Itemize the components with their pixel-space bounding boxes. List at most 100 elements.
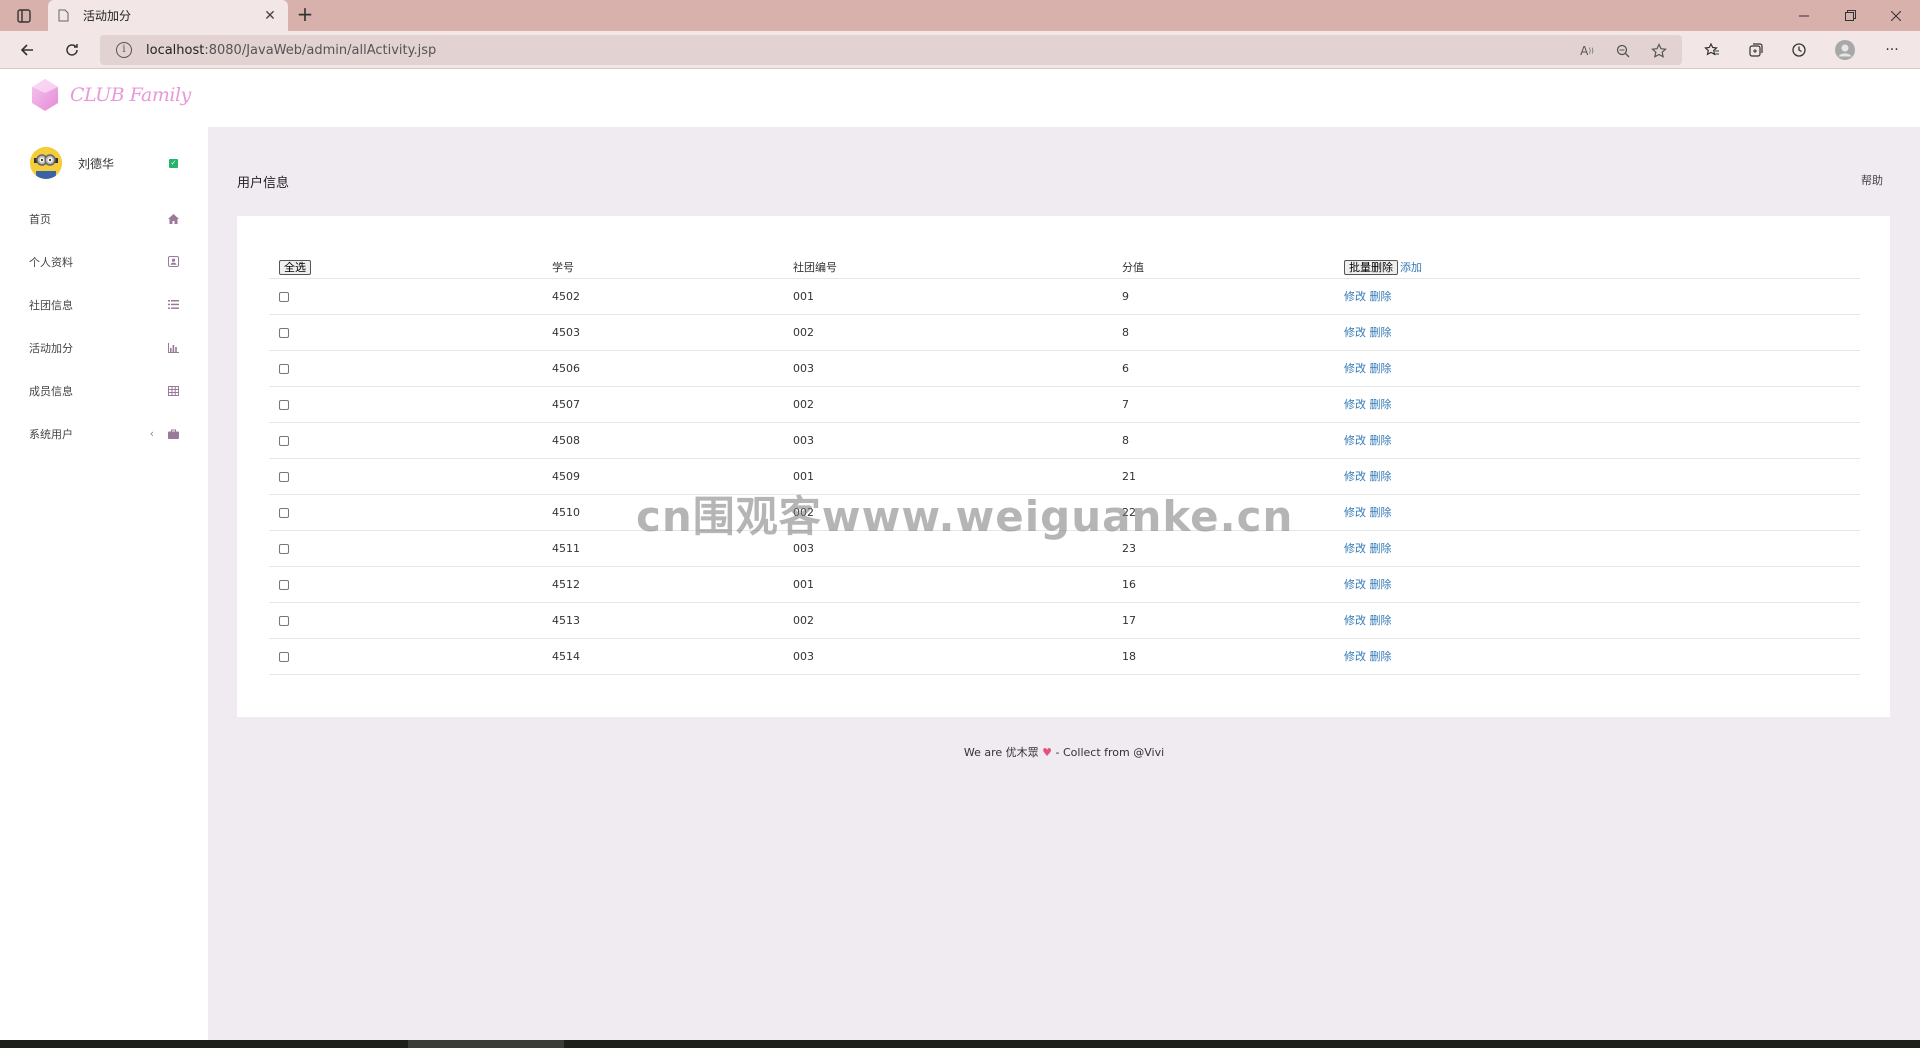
sidebar-item-club-info[interactable]: 社团信息 <box>0 283 208 326</box>
row-select-cell <box>269 314 552 351</box>
edit-link[interactable]: 修改 <box>1344 470 1366 483</box>
row-checkbox[interactable] <box>279 363 289 374</box>
close-window-button[interactable] <box>1882 0 1910 31</box>
batch-delete-button[interactable]: 批量删除 <box>1344 259 1398 275</box>
table-icon <box>166 384 180 398</box>
minimize-window-button[interactable] <box>1790 0 1818 31</box>
logo[interactable]: CLUB Family <box>30 78 191 112</box>
cell-actions: 修改 删除 <box>1344 602 1860 639</box>
row-checkbox[interactable] <box>279 471 289 482</box>
taskbar <box>0 1040 1920 1048</box>
main-content: 用户信息 帮助 全选 学号 社团编号 分值 批量删除 添加 4502 001 9 修改 … <box>208 127 1920 1048</box>
row-checkbox[interactable] <box>279 615 289 626</box>
online-status-icon: ✓ <box>169 158 178 168</box>
cell-actions: 修改 删除 <box>1344 458 1860 495</box>
row-checkbox[interactable] <box>279 507 289 518</box>
row-checkbox[interactable] <box>279 327 289 338</box>
list-icon <box>166 298 180 312</box>
restore-window-button[interactable] <box>1836 0 1864 31</box>
sidebar-item-activity-points[interactable]: 活动加分 <box>0 326 208 369</box>
cell-actions: 修改 删除 <box>1344 494 1860 531</box>
row-select-cell <box>269 638 552 675</box>
new-tab-button[interactable]: + <box>294 4 316 26</box>
delete-link[interactable]: 删除 <box>1370 542 1392 555</box>
table-body: 4502 001 9 修改 删除 4503 002 8 修改 删除 4506 003 6 修改 删除 4… <box>269 278 1860 675</box>
delete-link[interactable]: 删除 <box>1370 470 1392 483</box>
delete-link[interactable]: 删除 <box>1370 434 1392 447</box>
bar-chart-icon <box>166 341 180 355</box>
delete-link[interactable]: 删除 <box>1370 578 1392 591</box>
cell-student-id: 4510 <box>552 494 793 531</box>
footer-prefix: We are 优木眾 <box>963 746 1039 759</box>
profile-card-icon <box>166 255 180 269</box>
cell-actions: 修改 删除 <box>1344 566 1860 603</box>
url-path: :8080/JavaWeb/admin/allActivity.jsp <box>204 42 437 58</box>
delete-link[interactable]: 删除 <box>1370 398 1392 411</box>
reload-button[interactable] <box>59 37 85 63</box>
header-actions: 批量删除 添加 <box>1344 250 1860 279</box>
delete-link[interactable]: 删除 <box>1370 650 1392 663</box>
edit-link[interactable]: 修改 <box>1344 578 1366 591</box>
edit-link[interactable]: 修改 <box>1344 650 1366 663</box>
table-row: 4507 002 7 修改 删除 <box>269 386 1860 423</box>
cell-student-id: 4511 <box>552 530 793 567</box>
delete-link[interactable]: 删除 <box>1370 362 1392 375</box>
row-checkbox[interactable] <box>279 399 289 410</box>
sidebar-item-profile[interactable]: 个人资料 <box>0 240 208 283</box>
row-checkbox[interactable] <box>279 543 289 554</box>
edit-link[interactable]: 修改 <box>1344 326 1366 339</box>
edit-link[interactable]: 修改 <box>1344 506 1366 519</box>
row-checkbox[interactable] <box>279 651 289 662</box>
site-info-icon[interactable]: i <box>116 42 132 58</box>
sidebar-item-system-users[interactable]: 系统用户 ‹ <box>0 412 208 455</box>
sidebar-item-label: 首页 <box>29 212 51 226</box>
row-checkbox[interactable] <box>279 291 289 302</box>
table-row: 4513 002 17 修改 删除 <box>269 602 1860 639</box>
close-tab-icon[interactable]: ✕ <box>262 8 278 24</box>
read-aloud-icon[interactable]: A)) <box>1578 42 1596 60</box>
cell-score: 8 <box>1122 314 1344 351</box>
address-bar[interactable]: i localhost:8080/JavaWeb/admin/allActivi… <box>100 35 1682 65</box>
edit-link[interactable]: 修改 <box>1344 434 1366 447</box>
favorites-icon[interactable] <box>1699 37 1725 63</box>
sidebar-item-members[interactable]: 成员信息 <box>0 369 208 412</box>
edit-link[interactable]: 修改 <box>1344 614 1366 627</box>
profile-icon[interactable] <box>1832 37 1858 63</box>
edit-link[interactable]: 修改 <box>1344 398 1366 411</box>
header-student-id: 学号 <box>552 250 793 279</box>
home-icon <box>166 212 180 226</box>
edit-link[interactable]: 修改 <box>1344 290 1366 303</box>
zoom-out-icon[interactable] <box>1614 42 1632 60</box>
avatar[interactable] <box>30 147 62 179</box>
browser-tab-active[interactable]: 活动加分 ✕ <box>48 0 288 31</box>
add-favorite-icon[interactable] <box>1650 42 1668 60</box>
edit-link[interactable]: 修改 <box>1344 542 1366 555</box>
cell-score: 16 <box>1122 566 1344 603</box>
help-link[interactable]: 帮助 <box>1861 172 1883 188</box>
cell-student-id: 4509 <box>552 458 793 495</box>
delete-link[interactable]: 删除 <box>1370 290 1392 303</box>
url-text[interactable]: localhost:8080/JavaWeb/admin/allActivity… <box>146 43 436 58</box>
table-row: 4509 001 21 修改 删除 <box>269 458 1860 495</box>
more-menu-icon[interactable]: ··· <box>1879 37 1905 63</box>
history-icon[interactable] <box>1786 37 1812 63</box>
table-row: 4512 001 16 修改 删除 <box>269 566 1860 603</box>
select-all-button[interactable]: 全选 <box>279 259 311 275</box>
row-checkbox[interactable] <box>279 435 289 446</box>
delete-link[interactable]: 删除 <box>1370 614 1392 627</box>
cell-score: 7 <box>1122 386 1344 423</box>
delete-link[interactable]: 删除 <box>1370 506 1392 519</box>
taskbar-item[interactable] <box>408 1040 564 1048</box>
table-row: 4502 001 9 修改 删除 <box>269 278 1860 315</box>
tab-actions-icon[interactable] <box>12 0 36 31</box>
cell-student-id: 4508 <box>552 422 793 459</box>
back-button[interactable] <box>14 37 40 63</box>
row-checkbox[interactable] <box>279 579 289 590</box>
add-link[interactable]: 添加 <box>1400 261 1422 274</box>
delete-link[interactable]: 删除 <box>1370 326 1392 339</box>
browser-tab-bar: 活动加分 ✕ + <box>0 0 1920 31</box>
edit-link[interactable]: 修改 <box>1344 362 1366 375</box>
table-row: 4503 002 8 修改 删除 <box>269 314 1860 351</box>
sidebar-item-home[interactable]: 首页 <box>0 197 208 240</box>
collections-icon[interactable] <box>1743 37 1769 63</box>
